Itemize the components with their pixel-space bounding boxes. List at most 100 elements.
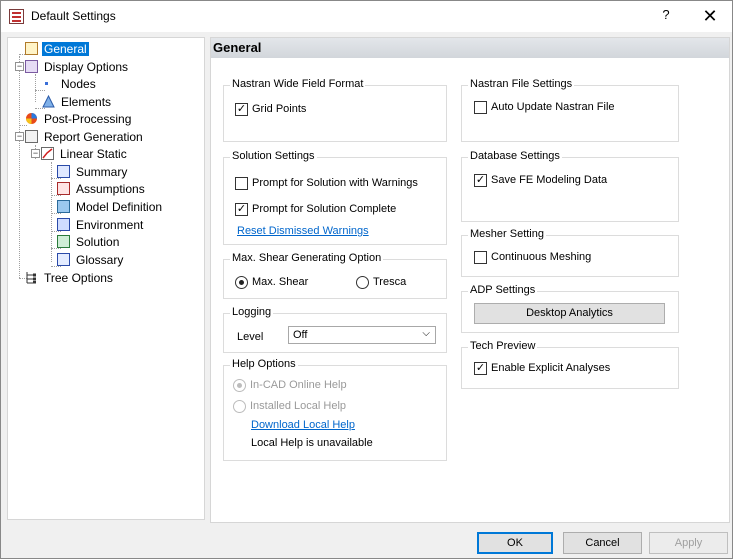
checkbox-box xyxy=(474,251,487,264)
node-dot-icon xyxy=(45,82,48,85)
tree-item-tree-options[interactable]: Tree Options xyxy=(25,270,115,286)
radio-label: Tresca xyxy=(373,276,407,288)
checkbox-label: Grid Points xyxy=(252,103,307,115)
checkbox-label: Prompt for Solution with Warnings xyxy=(252,177,418,189)
tech-preview-group: Tech Preview ✓ Enable Explicit Analyses xyxy=(461,340,679,389)
nastran-file-settings-group: Nastran File Settings Auto Update Nastra… xyxy=(461,78,679,142)
chevron-down-icon: ⌵ xyxy=(422,328,430,339)
glossary-icon xyxy=(57,253,70,266)
help-button[interactable]: ? xyxy=(656,7,676,25)
group-title: Help Options xyxy=(230,358,298,370)
cancel-button[interactable]: Cancel xyxy=(563,532,642,554)
checkbox-box xyxy=(235,177,248,190)
tree-item-elements[interactable]: Elements xyxy=(42,94,113,110)
level-label: Level xyxy=(237,331,264,343)
tree-item-glossary[interactable]: Glossary xyxy=(57,252,125,268)
checkbox-box xyxy=(474,101,487,114)
ok-button[interactable]: OK xyxy=(477,532,553,554)
window-title: Default Settings xyxy=(31,9,116,23)
general-settings-panel: General Nastran Wide Field Format ✓ Grid… xyxy=(210,37,730,523)
assumptions-icon xyxy=(57,182,70,195)
download-local-help-link[interactable]: Download Local Help xyxy=(251,419,355,431)
tree-item-display-options[interactable]: Display Options xyxy=(25,59,130,75)
settings-list-icon xyxy=(9,9,24,24)
group-title: Solution Settings xyxy=(230,150,317,162)
tree-item-label: Display Options xyxy=(44,60,129,74)
max-shear-group: Max. Shear Generating Option Max. Shear … xyxy=(223,252,447,299)
tree-options-icon xyxy=(26,272,36,284)
checkbox-label: Save FE Modeling Data xyxy=(491,174,608,186)
radio-circle xyxy=(233,379,246,392)
reset-dismissed-warnings-link[interactable]: Reset Dismissed Warnings xyxy=(237,225,369,237)
tree-item-linear-static[interactable]: Linear Static xyxy=(41,146,129,162)
radio-circle xyxy=(233,400,246,413)
group-title: Nastran Wide Field Format xyxy=(230,78,366,90)
tree-item-label: Solution xyxy=(76,235,120,249)
logging-level-select[interactable]: Off ⌵ xyxy=(288,326,436,344)
solution-settings-group: Solution Settings Prompt for Solution wi… xyxy=(223,150,447,245)
tree-item-post-processing[interactable]: Post-Processing xyxy=(25,111,133,127)
group-title: ADP Settings xyxy=(468,284,538,296)
tree-item-label: Summary xyxy=(76,165,128,179)
tree-item-label: Glossary xyxy=(76,253,124,267)
collapse-display-options[interactable]: − xyxy=(15,62,24,71)
checkbox-label: Prompt for Solution Complete xyxy=(252,203,397,215)
group-title: Database Settings xyxy=(468,150,562,162)
apply-button[interactable]: Apply xyxy=(649,532,728,554)
tree-item-report-generation[interactable]: Report Generation xyxy=(25,129,145,145)
checkbox-label: Auto Update Nastran File xyxy=(491,101,615,113)
tree-item-environment[interactable]: Environment xyxy=(57,217,145,233)
element-triangle-icon xyxy=(42,95,55,108)
display-options-icon xyxy=(25,60,38,73)
select-value: Off xyxy=(293,329,308,341)
title-bar: Default Settings ? ✕ xyxy=(1,1,732,32)
adp-settings-group: ADP Settings Desktop Analytics xyxy=(461,284,679,333)
collapse-report-generation[interactable]: − xyxy=(15,132,24,141)
settings-tree: General − Display Options Nodes Elements… xyxy=(7,37,205,520)
collapse-linear-static[interactable]: − xyxy=(31,149,40,158)
group-title: Logging xyxy=(230,306,274,318)
mesher-setting-group: Mesher Setting Continuous Meshing xyxy=(461,228,679,277)
logging-group: Logging Level Off ⌵ xyxy=(223,306,447,353)
tree-item-model-definition[interactable]: Model Definition xyxy=(57,199,164,215)
tree-item-solution[interactable]: Solution xyxy=(57,234,121,250)
post-processing-icon xyxy=(26,113,37,124)
nastran-wide-field-group: Nastran Wide Field Format ✓ Grid Points xyxy=(223,78,447,142)
desktop-analytics-button[interactable]: Desktop Analytics xyxy=(474,303,665,324)
tree-item-label: Assumptions xyxy=(76,182,145,196)
tree-item-summary[interactable]: Summary xyxy=(57,164,129,180)
checkbox-box: ✓ xyxy=(474,174,487,187)
report-icon xyxy=(25,130,38,143)
checkbox-label: Continuous Meshing xyxy=(491,251,592,263)
tree-item-nodes[interactable]: Nodes xyxy=(42,76,98,92)
group-title: Tech Preview xyxy=(468,340,538,352)
panel-title: General xyxy=(211,38,729,58)
radio-circle xyxy=(235,276,248,289)
environment-icon xyxy=(57,218,70,231)
checkbox-box: ✓ xyxy=(235,103,248,116)
database-settings-group: Database Settings ✓ Save FE Modeling Dat… xyxy=(461,150,679,222)
default-settings-dialog: Default Settings ? ✕ General − Display O… xyxy=(0,0,733,559)
tree-item-assumptions[interactable]: Assumptions xyxy=(57,181,147,197)
radio-label: Max. Shear xyxy=(252,276,309,288)
tree-item-label: Report Generation xyxy=(44,130,143,144)
tree-item-label: Model Definition xyxy=(76,200,163,214)
tree-item-label: Post-Processing xyxy=(44,112,132,126)
checkbox-box: ✓ xyxy=(235,203,248,216)
checkbox-label: Enable Explicit Analyses xyxy=(491,362,611,374)
summary-icon xyxy=(57,165,70,178)
tree-item-label: Tree Options xyxy=(44,271,113,285)
tree-item-label: General xyxy=(42,42,89,56)
radio-circle xyxy=(356,276,369,289)
tree-item-label: Nodes xyxy=(61,77,96,91)
tree-item-label: Environment xyxy=(76,218,144,232)
group-title: Nastran File Settings xyxy=(468,78,575,90)
radio-label: Installed Local Help xyxy=(250,400,347,412)
linear-static-icon xyxy=(41,147,54,160)
tree-item-general[interactable]: General xyxy=(25,41,89,57)
close-button[interactable]: ✕ xyxy=(698,5,722,27)
tree-item-label: Elements xyxy=(61,95,112,109)
tree-item-label: Linear Static xyxy=(60,147,127,161)
checkbox-box: ✓ xyxy=(474,362,487,375)
general-settings-icon xyxy=(25,42,38,55)
